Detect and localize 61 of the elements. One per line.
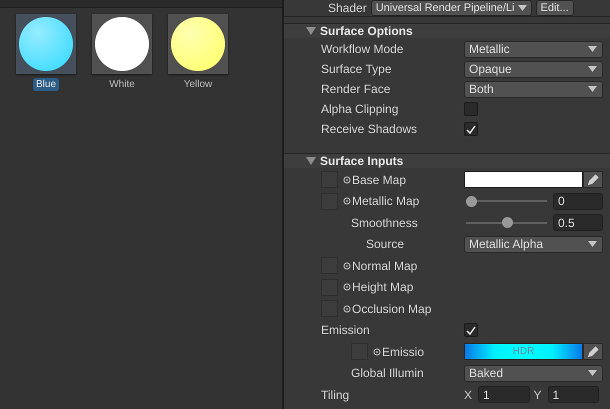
material-name[interactable]: Blue: [32, 78, 59, 91]
target-icon: [343, 304, 351, 313]
caret-icon: [588, 46, 597, 52]
eyedropper-icon: [588, 346, 598, 358]
property-label: Source: [366, 237, 404, 252]
property-label: Receive Shadows: [321, 122, 418, 136]
caret-icon: [518, 5, 526, 11]
caret-icon: [588, 66, 597, 72]
axis-label: X: [464, 388, 474, 402]
property-label: Occlusion Map: [352, 302, 432, 316]
checkbox[interactable]: [464, 102, 478, 116]
checkbox[interactable]: [464, 323, 478, 338]
target-icon: [343, 262, 351, 270]
color-picker-button[interactable]: [583, 171, 603, 188]
property-label: Render Face: [321, 82, 390, 96]
section-header[interactable]: Surface Inputs: [284, 153, 610, 168]
checkbox[interactable]: [464, 122, 478, 136]
caret-icon: [588, 86, 597, 92]
dropdown[interactable]: Both: [464, 80, 603, 98]
target-icon: [343, 283, 351, 292]
material-name[interactable]: Yellow: [180, 78, 216, 91]
property-label: Base Map: [352, 172, 406, 187]
target-icon: [343, 197, 351, 206]
number-field[interactable]: 1: [548, 386, 599, 404]
color-field[interactable]: [464, 171, 583, 188]
axis-label: Y: [534, 388, 543, 402]
caret-icon: [588, 370, 597, 376]
dropdown[interactable]: Opaque: [464, 60, 603, 78]
shader-label: Shader: [328, 1, 367, 15]
property-label: Emission: [321, 323, 370, 338]
property-label: Smoothness: [351, 216, 418, 230]
color-picker-button[interactable]: [583, 343, 603, 360]
section-header[interactable]: Surface Options: [284, 23, 610, 38]
dropdown[interactable]: Baked: [464, 364, 603, 382]
foldout-icon: [306, 157, 316, 165]
edit-button[interactable]: Edit...: [536, 0, 574, 16]
property-label: Alpha Clipping: [321, 102, 398, 116]
dropdown[interactable]: Metallic Alpha: [464, 236, 603, 253]
property-label: Global Illumin: [351, 366, 424, 380]
material-name[interactable]: White: [106, 78, 138, 91]
property-label: Workflow Mode: [321, 42, 404, 56]
property-label: Emissio: [382, 344, 424, 359]
number-field[interactable]: 0: [553, 192, 603, 210]
property-label: Metallic Map: [352, 194, 420, 208]
dropdown[interactable]: Metallic: [464, 40, 603, 58]
number-field[interactable]: 0.5: [553, 214, 603, 232]
slider-thumb[interactable]: [502, 217, 512, 228]
target-icon: [373, 348, 381, 356]
section-title: Surface Options: [320, 24, 413, 38]
section-title: Surface Inputs: [320, 154, 404, 168]
property-label: Tiling: [321, 388, 350, 402]
target-icon: [343, 176, 351, 184]
shader-dropdown[interactable]: Universal Render Pipeline/Li: [370, 0, 532, 16]
slider-thumb[interactable]: [466, 196, 477, 207]
caret-icon: [588, 241, 597, 248]
property-label: Height Map: [352, 280, 414, 294]
property-label: Normal Map: [352, 258, 418, 273]
eyedropper-icon: [588, 174, 598, 186]
number-field[interactable]: 1: [478, 386, 530, 404]
property-label: Surface Type: [321, 62, 392, 76]
foldout-icon: [306, 27, 316, 35]
